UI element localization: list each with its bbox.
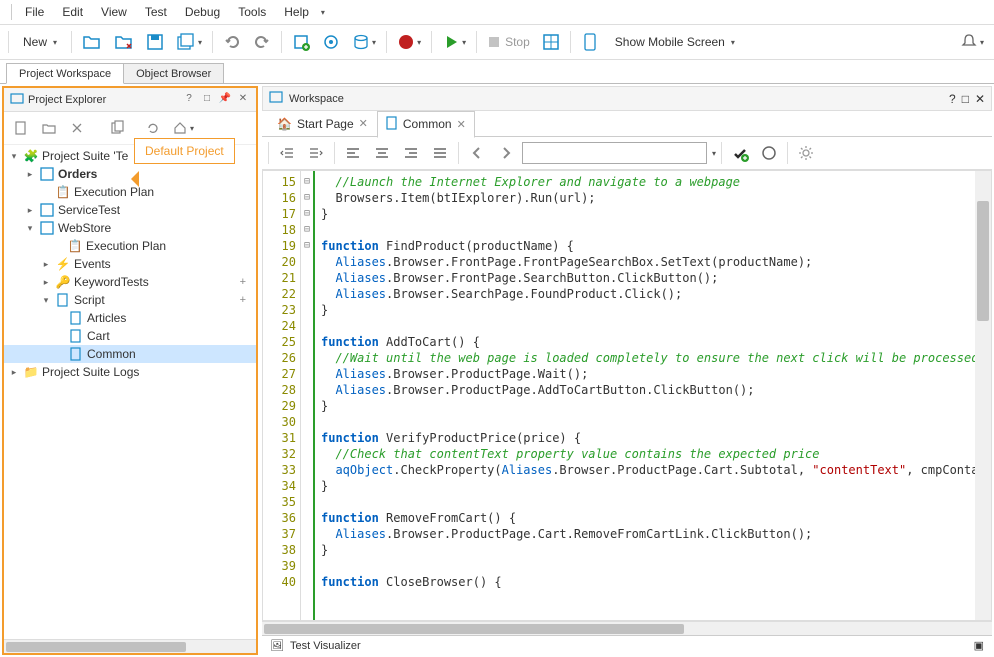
project-explorer-panel: Project Explorer ? □ 📌 ✕ ▾ Default Proje… <box>2 86 258 655</box>
ws-close-icon[interactable]: ✕ <box>975 92 985 106</box>
new-folder-icon[interactable] <box>36 115 62 141</box>
settings-icon[interactable] <box>793 140 819 166</box>
tree-logs[interactable]: ▸📁Project Suite Logs <box>4 363 256 381</box>
close-icon[interactable]: ✕ <box>359 117 368 130</box>
explorer-title: Project Explorer <box>28 94 178 106</box>
menu-debug[interactable]: Debug <box>177 2 228 22</box>
panel-close-icon[interactable]: ✕ <box>236 93 250 107</box>
menu-edit[interactable]: Edit <box>54 2 91 22</box>
outdent-icon[interactable] <box>274 140 300 166</box>
workspace-tabbar: Project Workspace Object Browser <box>0 60 994 84</box>
align-justify-icon[interactable] <box>427 140 453 166</box>
panel-help-icon[interactable]: ? <box>182 93 196 107</box>
run-button[interactable]: ▾ <box>438 29 470 55</box>
expand-icon[interactable]: ▣ <box>974 639 984 652</box>
db-icon[interactable]: ▾ <box>348 29 380 55</box>
new-button[interactable]: New▾ <box>15 29 65 55</box>
indent-icon[interactable] <box>303 140 329 166</box>
open-folder-icon[interactable] <box>78 29 106 55</box>
redo-button[interactable] <box>249 29 275 55</box>
menu-file[interactable]: File <box>17 2 52 22</box>
add-item-icon[interactable] <box>288 29 314 55</box>
explorer-hscroll[interactable] <box>4 639 256 653</box>
close-folder-icon[interactable] <box>110 29 138 55</box>
save-button[interactable] <box>142 29 168 55</box>
save-all-button[interactable]: ▾ <box>172 29 206 55</box>
notifications-icon[interactable]: ▾ <box>956 29 988 55</box>
tree-servicetest[interactable]: ▸ServiceTest <box>4 201 256 219</box>
code-editor[interactable]: 15 16 17 18 19 20 21 22 23 24 25 26 27 2… <box>262 170 992 621</box>
undo-button[interactable] <box>219 29 245 55</box>
tree-webstore[interactable]: ▾WebStore <box>4 219 256 237</box>
callout-default-project: Default Project <box>134 138 235 164</box>
target-icon[interactable] <box>318 29 344 55</box>
script-icon <box>386 116 398 133</box>
tree-script[interactable]: ▾Script+ <box>4 291 256 309</box>
menu-test[interactable]: Test <box>137 2 175 22</box>
line-gutter: 15 16 17 18 19 20 21 22 23 24 25 26 27 2… <box>263 171 301 620</box>
menu-view[interactable]: View <box>93 2 135 22</box>
menu-bar: File Edit View Test Debug Tools Help ▾ <box>0 0 994 25</box>
tab-object-browser[interactable]: Object Browser <box>123 63 224 83</box>
tab-common[interactable]: Common✕ <box>377 111 475 138</box>
ws-maximize-icon[interactable]: □ <box>962 92 969 106</box>
fold-column[interactable]: ⊟ ⊟ ⊟ ⊟ ⊟ <box>301 171 315 620</box>
tree-keyword-tests[interactable]: ▸🔑KeywordTests+ <box>4 273 256 291</box>
record-button[interactable]: ▾ <box>393 29 425 55</box>
workspace-panel: Workspace ? □ ✕ 🏠Start Page✕ Common✕ ▾ <box>262 86 992 655</box>
tree-cart[interactable]: Cart <box>4 327 256 345</box>
ws-help-icon[interactable]: ? <box>949 92 956 106</box>
project-tree[interactable]: ▾🧩Project Suite 'Te ▸Orders 📋Execution P… <box>4 145 256 639</box>
bottom-bar: 🖼 Test Visualizer ▣ <box>262 635 992 655</box>
show-mobile-screen-button[interactable]: Show Mobile Screen▾ <box>607 29 743 55</box>
nav-back-icon[interactable] <box>464 140 490 166</box>
panel-pin-icon[interactable]: 📌 <box>218 93 232 107</box>
editor-toolbar: ▾ <box>262 137 992 170</box>
new-file-icon[interactable] <box>8 115 34 141</box>
suite-icon: 🧩 <box>23 148 39 164</box>
home-icon: 🏠 <box>277 117 292 131</box>
vscrollbar[interactable] <box>975 171 991 620</box>
explorer-icon <box>10 91 24 108</box>
script-icon <box>55 292 71 308</box>
tree-events[interactable]: ▸⚡Events <box>4 255 256 273</box>
align-right-icon[interactable] <box>398 140 424 166</box>
stop-button[interactable]: Stop <box>483 29 534 55</box>
visualizer-icon: 🖼 <box>270 639 284 652</box>
main-toolbar: New▾ ▾ ▾ ▾ ▾ Stop Show Mobile Screen▾ ▾ <box>0 25 994 60</box>
object-icon[interactable] <box>756 140 782 166</box>
panel-maximize-icon[interactable]: □ <box>200 93 214 107</box>
editor-tabs: 🏠Start Page✕ Common✕ <box>262 111 992 137</box>
tree-articles[interactable]: Articles <box>4 309 256 327</box>
code-hscroll[interactable] <box>262 621 992 635</box>
code-content[interactable]: //Launch the Internet Explorer and navig… <box>315 171 991 620</box>
checkpoint-icon[interactable] <box>727 140 753 166</box>
close-icon[interactable]: ✕ <box>457 118 466 131</box>
workspace-icon <box>269 90 283 107</box>
menu-tools[interactable]: Tools <box>230 2 274 22</box>
workspace-title: Workspace <box>289 93 943 105</box>
align-left-icon[interactable] <box>340 140 366 166</box>
delete-icon[interactable] <box>64 115 90 141</box>
copy-icon[interactable] <box>104 115 130 141</box>
search-input[interactable] <box>522 142 707 164</box>
object-spy-icon[interactable] <box>538 29 564 55</box>
nav-forward-icon[interactable] <box>493 140 519 166</box>
tab-project-workspace[interactable]: Project Workspace <box>6 63 124 84</box>
tree-exec-plan2[interactable]: 📋Execution Plan <box>4 237 256 255</box>
menu-help[interactable]: Help <box>276 2 317 22</box>
tree-common[interactable]: Common <box>4 345 256 363</box>
mobile-icon[interactable] <box>577 29 603 55</box>
tab-start-page[interactable]: 🏠Start Page✕ <box>268 112 377 136</box>
align-center-icon[interactable] <box>369 140 395 166</box>
project-icon <box>39 166 55 182</box>
test-visualizer-tab[interactable]: Test Visualizer <box>290 640 361 652</box>
